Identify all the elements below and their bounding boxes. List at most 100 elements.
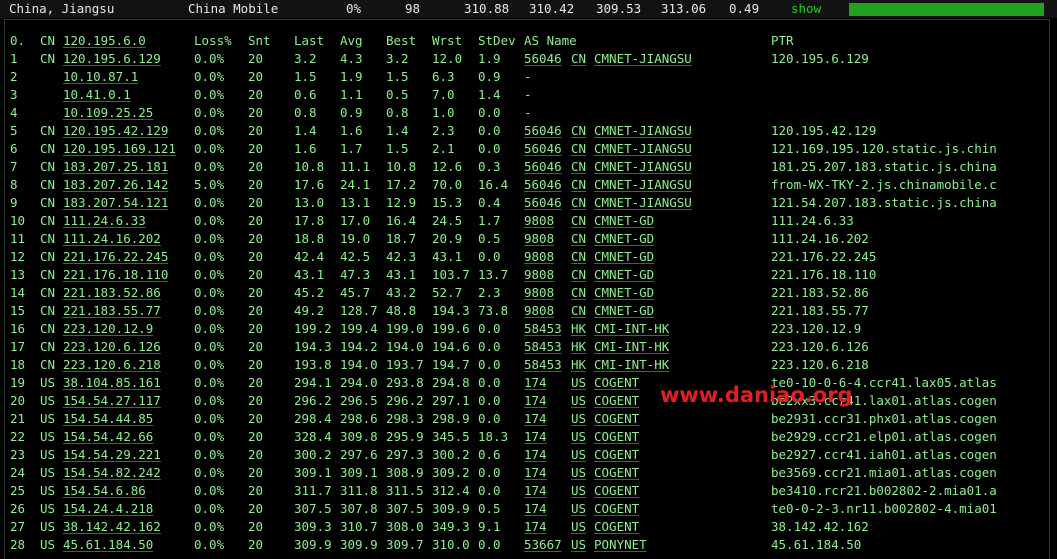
hop-as-name[interactable]: COGENT	[594, 464, 639, 482]
hop-asn-link[interactable]: 174	[524, 500, 547, 518]
hop-as-country[interactable]: US	[571, 392, 586, 410]
hop-as-name[interactable]: COGENT	[594, 518, 639, 536]
hop-asn-link[interactable]: 9808	[524, 266, 554, 284]
hop-ip-link[interactable]: 223.120.6.126	[63, 338, 161, 356]
hop-ip-link[interactable]: 120.195.169.121	[63, 140, 176, 158]
hop-asn-link[interactable]: 9808	[524, 230, 554, 248]
hop-as-name[interactable]: CMNET-JIANGSU	[594, 140, 692, 158]
hop-asn-link[interactable]: 58453	[524, 356, 562, 374]
hop-as-name[interactable]: CMI-INT-HK	[594, 356, 669, 374]
hop-as-name[interactable]: CMNET-GD	[594, 248, 654, 266]
hop-ip-link[interactable]: 38.142.42.162	[63, 518, 161, 536]
hop-as-name[interactable]: CMI-INT-HK	[594, 320, 669, 338]
hop-as-country[interactable]: CN	[571, 212, 586, 230]
hop-as-country[interactable]: US	[571, 518, 586, 536]
hop-ip-link[interactable]: 154.24.4.218	[63, 500, 153, 518]
hop-ip-link[interactable]: 111.24.16.202	[63, 230, 161, 248]
hop-as-name[interactable]: PONYNET	[594, 536, 647, 554]
hop-asn-link[interactable]: 58453	[524, 338, 562, 356]
hop-asn-link[interactable]: 56046	[524, 122, 562, 140]
hop-asn-link[interactable]: 174	[524, 392, 547, 410]
hop-as-name[interactable]: CMNET-JIANGSU	[594, 122, 692, 140]
hop-asn-link[interactable]: 56046	[524, 140, 562, 158]
hop-as-name[interactable]: COGENT	[594, 428, 639, 446]
hop-as-name[interactable]: CMNET-GD	[594, 302, 654, 320]
hop-ip-link[interactable]: 154.54.42.66	[63, 428, 153, 446]
hop-asn-link[interactable]: 174	[524, 428, 547, 446]
hop-asn-link[interactable]: 174	[524, 410, 547, 428]
hop-as-name[interactable]: CMNET-JIANGSU	[594, 194, 692, 212]
header-ip[interactable]: 120.195.6.0	[63, 32, 146, 50]
hop-asn-link[interactable]: 58453	[524, 320, 562, 338]
hop-as-country[interactable]: HK	[571, 356, 586, 374]
hop-as-country[interactable]: CN	[571, 284, 586, 302]
hop-as-name[interactable]: COGENT	[594, 392, 639, 410]
hop-asn-link[interactable]: 174	[524, 518, 547, 536]
hop-as-name[interactable]: CMNET-JIANGSU	[594, 158, 692, 176]
hop-ip-link[interactable]: 223.120.12.9	[63, 320, 153, 338]
hop-ip-link[interactable]: 10.109.25.25	[63, 104, 153, 122]
hop-asn-link[interactable]: 53667	[524, 536, 562, 554]
hop-ip-link[interactable]: 154.54.27.117	[63, 392, 161, 410]
hop-as-name[interactable]: CMNET-GD	[594, 212, 654, 230]
hop-as-name[interactable]: CMNET-JIANGSU	[594, 176, 692, 194]
hop-asn-link[interactable]: 9808	[524, 302, 554, 320]
hop-ip-link[interactable]: 221.176.22.245	[63, 248, 168, 266]
hop-asn-link[interactable]: 9808	[524, 212, 554, 230]
hop-as-country[interactable]: CN	[571, 230, 586, 248]
hop-ip-link[interactable]: 183.207.54.121	[63, 194, 168, 212]
hop-asn-link[interactable]: 9808	[524, 248, 554, 266]
hop-as-country[interactable]: CN	[571, 140, 586, 158]
hop-as-name[interactable]: CMNET-GD	[594, 230, 654, 248]
hop-as-country[interactable]: CN	[571, 176, 586, 194]
hop-as-name[interactable]: COGENT	[594, 482, 639, 500]
hop-as-country[interactable]: CN	[571, 302, 586, 320]
hop-as-country[interactable]: US	[571, 410, 586, 428]
hop-asn-link[interactable]: 56046	[524, 50, 562, 68]
hop-ip-link[interactable]: 10.10.87.1	[63, 68, 138, 86]
hop-ip-link[interactable]: 223.120.6.218	[63, 356, 161, 374]
hop-ip-link[interactable]: 10.41.0.1	[63, 86, 131, 104]
hop-ip-link[interactable]: 120.195.42.129	[63, 122, 168, 140]
hop-asn-link[interactable]: 56046	[524, 158, 562, 176]
hop-as-name[interactable]: CMNET-JIANGSU	[594, 50, 692, 68]
hop-ip-link[interactable]: 120.195.6.129	[63, 50, 161, 68]
show-toggle-link[interactable]: show	[791, 0, 821, 17]
hop-as-country[interactable]: US	[571, 500, 586, 518]
hop-as-name[interactable]: CMNET-GD	[594, 266, 654, 284]
hop-as-country[interactable]: US	[571, 446, 586, 464]
hop-asn-link[interactable]: 56046	[524, 176, 562, 194]
hop-asn-link[interactable]: 174	[524, 374, 547, 392]
hop-as-country[interactable]: CN	[571, 50, 586, 68]
hop-as-country[interactable]: CN	[571, 122, 586, 140]
hop-as-name[interactable]: CMNET-GD	[594, 284, 654, 302]
hop-as-country[interactable]: US	[571, 482, 586, 500]
hop-ip-link[interactable]: 154.54.82.242	[63, 464, 161, 482]
hop-as-country[interactable]: CN	[571, 248, 586, 266]
hop-ip-link[interactable]: 183.207.26.142	[63, 176, 168, 194]
hop-ip-link[interactable]: 38.104.85.161	[63, 374, 161, 392]
hop-asn-link[interactable]: 174	[524, 446, 547, 464]
hop-asn-link[interactable]: 174	[524, 482, 547, 500]
hop-as-country[interactable]: US	[571, 374, 586, 392]
hop-as-name[interactable]: COGENT	[594, 500, 639, 518]
hop-as-country[interactable]: US	[571, 536, 586, 554]
hop-asn-link[interactable]: 56046	[524, 194, 562, 212]
hop-ip-link[interactable]: 154.54.44.85	[63, 410, 153, 428]
hop-as-name[interactable]: CMI-INT-HK	[594, 338, 669, 356]
hop-as-name[interactable]: COGENT	[594, 410, 639, 428]
hop-as-country[interactable]: CN	[571, 194, 586, 212]
hop-as-name[interactable]: COGENT	[594, 374, 639, 392]
hop-as-country[interactable]: CN	[571, 266, 586, 284]
hop-as-country[interactable]: HK	[571, 320, 586, 338]
hop-ip-link[interactable]: 154.54.6.86	[63, 482, 146, 500]
hop-ip-link[interactable]: 221.183.52.86	[63, 284, 161, 302]
hop-ip-link[interactable]: 221.176.18.110	[63, 266, 168, 284]
hop-as-country[interactable]: US	[571, 428, 586, 446]
hop-ip-link[interactable]: 45.61.184.50	[63, 536, 153, 554]
hop-as-country[interactable]: CN	[571, 158, 586, 176]
hop-asn-link[interactable]: 174	[524, 464, 547, 482]
hop-ip-link[interactable]: 154.54.29.221	[63, 446, 161, 464]
hop-ip-link[interactable]: 111.24.6.33	[63, 212, 146, 230]
hop-ip-link[interactable]: 221.183.55.77	[63, 302, 161, 320]
